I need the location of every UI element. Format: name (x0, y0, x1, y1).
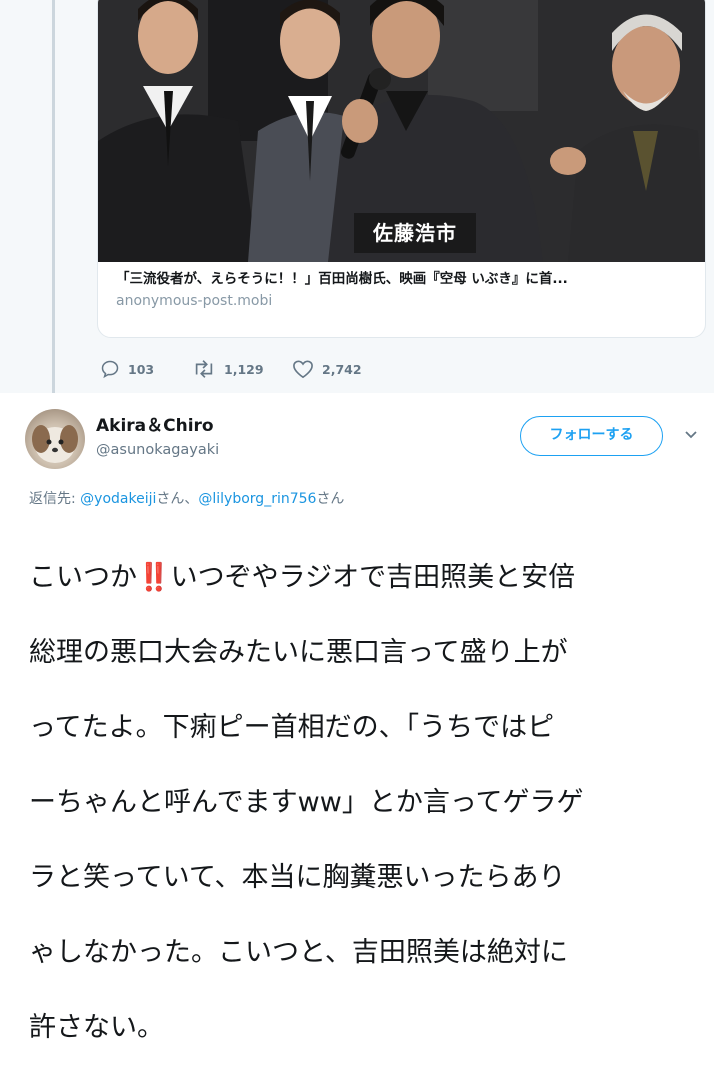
tweet-text-line: ーちゃんと呼んでますww」とか言ってゲラゲ (29, 786, 584, 818)
like-action[interactable]: 2,742 (292, 358, 362, 380)
tweet-text-line: こいつか‼️いつぞやラジオで吉田照美と安倍 (29, 559, 701, 597)
thread-line (52, 0, 55, 393)
follow-button[interactable]: フォローする (520, 416, 663, 456)
tweet-text-line: ゃしなかった。こいつと、吉田照美は絶対に (29, 936, 568, 968)
reply-prefix: 返信先: (29, 491, 81, 507)
photo-caption-label: 佐藤浩市 (354, 213, 476, 253)
card-title[interactable]: 「三流役者が、えらそうに！！」百田尚樹氏、映画『空母 いぶき』に首... (116, 267, 696, 287)
heart-icon (293, 360, 313, 379)
reply-count: 103 (128, 361, 155, 377)
reply-icon (101, 360, 119, 379)
tweet-text-line: ラと笑っていて、本当に胸糞悪いったらあり (29, 861, 566, 893)
tweet-text-line: ってたよ。下痢ピー首相だの、「うちではピ (29, 711, 555, 743)
retweet-icon (195, 360, 213, 378)
card-photo[interactable]: 佐藤浩市 (98, 0, 705, 262)
reply-to-line: 返信先: @yodakeijiさん、@lilyborg_rin756さん (29, 488, 344, 508)
avatar[interactable] (25, 409, 85, 469)
user-handle[interactable]: @asunokagayaki (96, 442, 219, 458)
dog-avatar-icon (32, 425, 78, 463)
tweet-text-segment: こいつか (29, 561, 137, 593)
tweet-text-segment: いつぞやラジオで吉田照美と安倍 (170, 561, 576, 593)
double-exclamation-emoji: ‼️ (137, 561, 171, 593)
mention-link[interactable]: @lilyborg_rin756 (198, 491, 316, 507)
link-card[interactable]: 佐藤浩市 「三流役者が、えらそうに！！」百田尚樹氏、映画『空母 いぶき』に首..… (97, 0, 706, 338)
chevron-down-icon[interactable] (684, 430, 698, 440)
quoted-tweet-area: 佐藤浩市 「三流役者が、えらそうに！！」百田尚樹氏、映画『空母 いぶき』に首..… (0, 0, 714, 393)
reply-action[interactable]: 103 (100, 358, 154, 380)
tweet-text-line: 総理の悪口大会みたいに悪口言って盛り上が (29, 636, 568, 668)
tweet-text: こいつか‼️いつぞやラジオで吉田照美と安倍 総理の悪口大会みたいに悪口言って盛り… (29, 521, 701, 1084)
reply-separator: さん、 (156, 491, 199, 507)
retweet-count: 1,129 (224, 361, 264, 377)
tweet-text-line: 許さない。 (29, 1011, 164, 1043)
mention-link[interactable]: @yodakeiji (80, 491, 156, 507)
display-name[interactable]: Akira＆Chiro (96, 411, 214, 436)
card-domain: anonymous-post.mobi (116, 293, 273, 309)
retweet-action[interactable]: 1,129 (192, 358, 264, 380)
like-count: 2,742 (322, 361, 362, 377)
reply-suffix: さん (316, 491, 345, 507)
